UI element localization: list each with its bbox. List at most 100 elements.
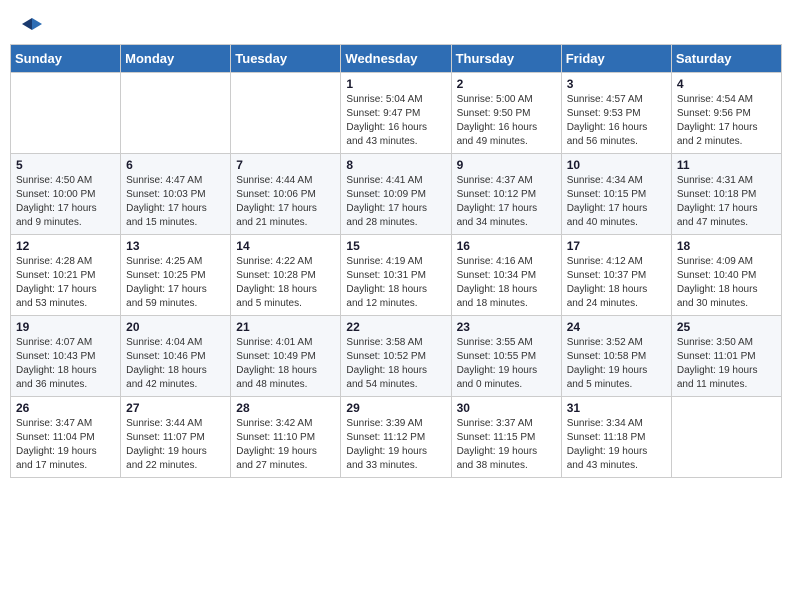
calendar-cell: 21 Sunrise: 4:01 AM Sunset: 10:49 PM Dayl… — [231, 316, 341, 397]
day-info: Sunrise: 4:01 AM Sunset: 10:49 PM Daylig… — [236, 336, 335, 392]
day-number: 5 — [16, 158, 115, 172]
calendar-cell: 10 Sunrise: 4:34 AM Sunset: 10:15 PM Dayl… — [561, 154, 671, 235]
col-header-sunday: Sunday — [11, 45, 121, 73]
calendar-cell: 12Sunrise: 4:28 AM Sunset: 10:21 PM Dayl… — [11, 235, 121, 316]
day-number: 16 — [457, 239, 556, 253]
day-info: Sunrise: 4:44 AM Sunset: 10:06 PM Daylig… — [236, 174, 335, 230]
calendar-cell — [671, 397, 781, 478]
day-number: 3 — [567, 77, 666, 91]
day-info: Sunrise: 4:57 AM Sunset: 9:53 PM Dayligh… — [567, 93, 666, 149]
logo-flag-icon — [22, 16, 42, 36]
day-number: 10 — [567, 158, 666, 172]
day-number: 17 — [567, 239, 666, 253]
day-info: Sunrise: 3:34 AM Sunset: 11:18 PM Daylig… — [567, 417, 666, 473]
day-number: 27 — [126, 401, 225, 415]
day-number: 31 — [567, 401, 666, 415]
calendar-week-row: 19 Sunrise: 4:07 AM Sunset: 10:43 PM Dayl… — [11, 316, 782, 397]
calendar-cell: 1 Sunrise: 5:04 AM Sunset: 9:47 PM Daylig… — [341, 73, 451, 154]
calendar-cell: 2 Sunrise: 5:00 AM Sunset: 9:50 PM Daylig… — [451, 73, 561, 154]
calendar-cell: 5 Sunrise: 4:50 AM Sunset: 10:00 PM Dayli… — [11, 154, 121, 235]
day-number: 24 — [567, 320, 666, 334]
logo — [20, 16, 42, 36]
calendar-cell: 3 Sunrise: 4:57 AM Sunset: 9:53 PM Daylig… — [561, 73, 671, 154]
col-header-monday: Monday — [121, 45, 231, 73]
day-number: 8 — [346, 158, 445, 172]
day-info: Sunrise: 3:42 AM Sunset: 11:10 PM Daylig… — [236, 417, 335, 473]
day-info: Sunrise: 4:34 AM Sunset: 10:15 PM Daylig… — [567, 174, 666, 230]
day-number: 7 — [236, 158, 335, 172]
calendar-cell: 23Sunrise: 3:55 AM Sunset: 10:55 PM Dayl… — [451, 316, 561, 397]
day-number: 28 — [236, 401, 335, 415]
calendar-cell: 26 Sunrise: 3:47 AM Sunset: 11:04 PM Dayl… — [11, 397, 121, 478]
day-info: Sunrise: 3:47 AM Sunset: 11:04 PM Daylig… — [16, 417, 115, 473]
day-number: 26 — [16, 401, 115, 415]
day-info: Sunrise: 4:47 AM Sunset: 10:03 PM Daylig… — [126, 174, 225, 230]
day-number: 18 — [677, 239, 776, 253]
day-info: Sunrise: 3:39 AM Sunset: 11:12 PM Daylig… — [346, 417, 445, 473]
calendar-cell: 15 Sunrise: 4:19 AM Sunset: 10:31 PM Dayl… — [341, 235, 451, 316]
calendar-cell: 17 Sunrise: 4:12 AM Sunset: 10:37 PM Dayl… — [561, 235, 671, 316]
day-number: 13 — [126, 239, 225, 253]
calendar-week-row: 12Sunrise: 4:28 AM Sunset: 10:21 PM Dayl… — [11, 235, 782, 316]
day-info: Sunrise: 5:00 AM Sunset: 9:50 PM Dayligh… — [457, 93, 556, 149]
calendar-cell: 28 Sunrise: 3:42 AM Sunset: 11:10 PM Dayl… — [231, 397, 341, 478]
day-number: 11 — [677, 158, 776, 172]
calendar-cell: 20Sunrise: 4:04 AM Sunset: 10:46 PM Dayl… — [121, 316, 231, 397]
page-container: SundayMondayTuesdayWednesdayThursdayFrid… — [0, 0, 792, 488]
day-info: Sunrise: 4:19 AM Sunset: 10:31 PM Daylig… — [346, 255, 445, 311]
day-info: Sunrise: 4:25 AM Sunset: 10:25 PM Daylig… — [126, 255, 225, 311]
day-number: 12 — [16, 239, 115, 253]
day-number: 21 — [236, 320, 335, 334]
calendar-cell: 7 Sunrise: 4:44 AM Sunset: 10:06 PM Dayli… — [231, 154, 341, 235]
day-number: 19 — [16, 320, 115, 334]
day-info: Sunrise: 3:58 AM Sunset: 10:52 PM Daylig… — [346, 336, 445, 392]
day-info: Sunrise: 4:54 AM Sunset: 9:56 PM Dayligh… — [677, 93, 776, 149]
col-header-friday: Friday — [561, 45, 671, 73]
calendar-cell — [231, 73, 341, 154]
day-number: 9 — [457, 158, 556, 172]
day-info: Sunrise: 4:09 AM Sunset: 10:40 PM Daylig… — [677, 255, 776, 311]
calendar-cell: 25 Sunrise: 3:50 AM Sunset: 11:01 PM Dayl… — [671, 316, 781, 397]
calendar-cell: 22 Sunrise: 3:58 AM Sunset: 10:52 PM Dayl… — [341, 316, 451, 397]
header — [0, 0, 792, 44]
calendar-cell: 16 Sunrise: 4:16 AM Sunset: 10:34 PM Dayl… — [451, 235, 561, 316]
day-info: Sunrise: 3:37 AM Sunset: 11:15 PM Daylig… — [457, 417, 556, 473]
day-info: Sunrise: 4:37 AM Sunset: 10:12 PM Daylig… — [457, 174, 556, 230]
calendar-week-row: 5 Sunrise: 4:50 AM Sunset: 10:00 PM Dayli… — [11, 154, 782, 235]
day-info: Sunrise: 3:50 AM Sunset: 11:01 PM Daylig… — [677, 336, 776, 392]
calendar-cell — [11, 73, 121, 154]
col-header-tuesday: Tuesday — [231, 45, 341, 73]
calendar-cell: 11 Sunrise: 4:31 AM Sunset: 10:18 PM Dayl… — [671, 154, 781, 235]
day-number: 25 — [677, 320, 776, 334]
calendar-header-row: SundayMondayTuesdayWednesdayThursdayFrid… — [11, 45, 782, 73]
calendar-cell: 4Sunrise: 4:54 AM Sunset: 9:56 PM Daylig… — [671, 73, 781, 154]
calendar-week-row: 1 Sunrise: 5:04 AM Sunset: 9:47 PM Daylig… — [11, 73, 782, 154]
day-number: 2 — [457, 77, 556, 91]
calendar-cell: 30 Sunrise: 3:37 AM Sunset: 11:15 PM Dayl… — [451, 397, 561, 478]
calendar-cell: 29Sunrise: 3:39 AM Sunset: 11:12 PM Dayl… — [341, 397, 451, 478]
day-info: Sunrise: 4:07 AM Sunset: 10:43 PM Daylig… — [16, 336, 115, 392]
day-info: Sunrise: 4:16 AM Sunset: 10:34 PM Daylig… — [457, 255, 556, 311]
day-info: Sunrise: 5:04 AM Sunset: 9:47 PM Dayligh… — [346, 93, 445, 149]
day-info: Sunrise: 4:50 AM Sunset: 10:00 PM Daylig… — [16, 174, 115, 230]
day-info: Sunrise: 3:55 AM Sunset: 10:55 PM Daylig… — [457, 336, 556, 392]
calendar-cell: 19 Sunrise: 4:07 AM Sunset: 10:43 PM Dayl… — [11, 316, 121, 397]
calendar-wrapper: SundayMondayTuesdayWednesdayThursdayFrid… — [0, 44, 792, 488]
day-number: 30 — [457, 401, 556, 415]
col-header-wednesday: Wednesday — [341, 45, 451, 73]
day-info: Sunrise: 3:44 AM Sunset: 11:07 PM Daylig… — [126, 417, 225, 473]
calendar-cell: 6 Sunrise: 4:47 AM Sunset: 10:03 PM Dayli… — [121, 154, 231, 235]
day-number: 6 — [126, 158, 225, 172]
day-number: 22 — [346, 320, 445, 334]
day-number: 1 — [346, 77, 445, 91]
calendar-cell: 31 Sunrise: 3:34 AM Sunset: 11:18 PM Dayl… — [561, 397, 671, 478]
calendar-cell: 18 Sunrise: 4:09 AM Sunset: 10:40 PM Dayl… — [671, 235, 781, 316]
day-number: 15 — [346, 239, 445, 253]
day-info: Sunrise: 4:41 AM Sunset: 10:09 PM Daylig… — [346, 174, 445, 230]
calendar-cell — [121, 73, 231, 154]
day-info: Sunrise: 4:31 AM Sunset: 10:18 PM Daylig… — [677, 174, 776, 230]
col-header-saturday: Saturday — [671, 45, 781, 73]
day-info: Sunrise: 4:12 AM Sunset: 10:37 PM Daylig… — [567, 255, 666, 311]
day-info: Sunrise: 4:04 AM Sunset: 10:46 PM Daylig… — [126, 336, 225, 392]
calendar-cell: 8 Sunrise: 4:41 AM Sunset: 10:09 PM Dayli… — [341, 154, 451, 235]
